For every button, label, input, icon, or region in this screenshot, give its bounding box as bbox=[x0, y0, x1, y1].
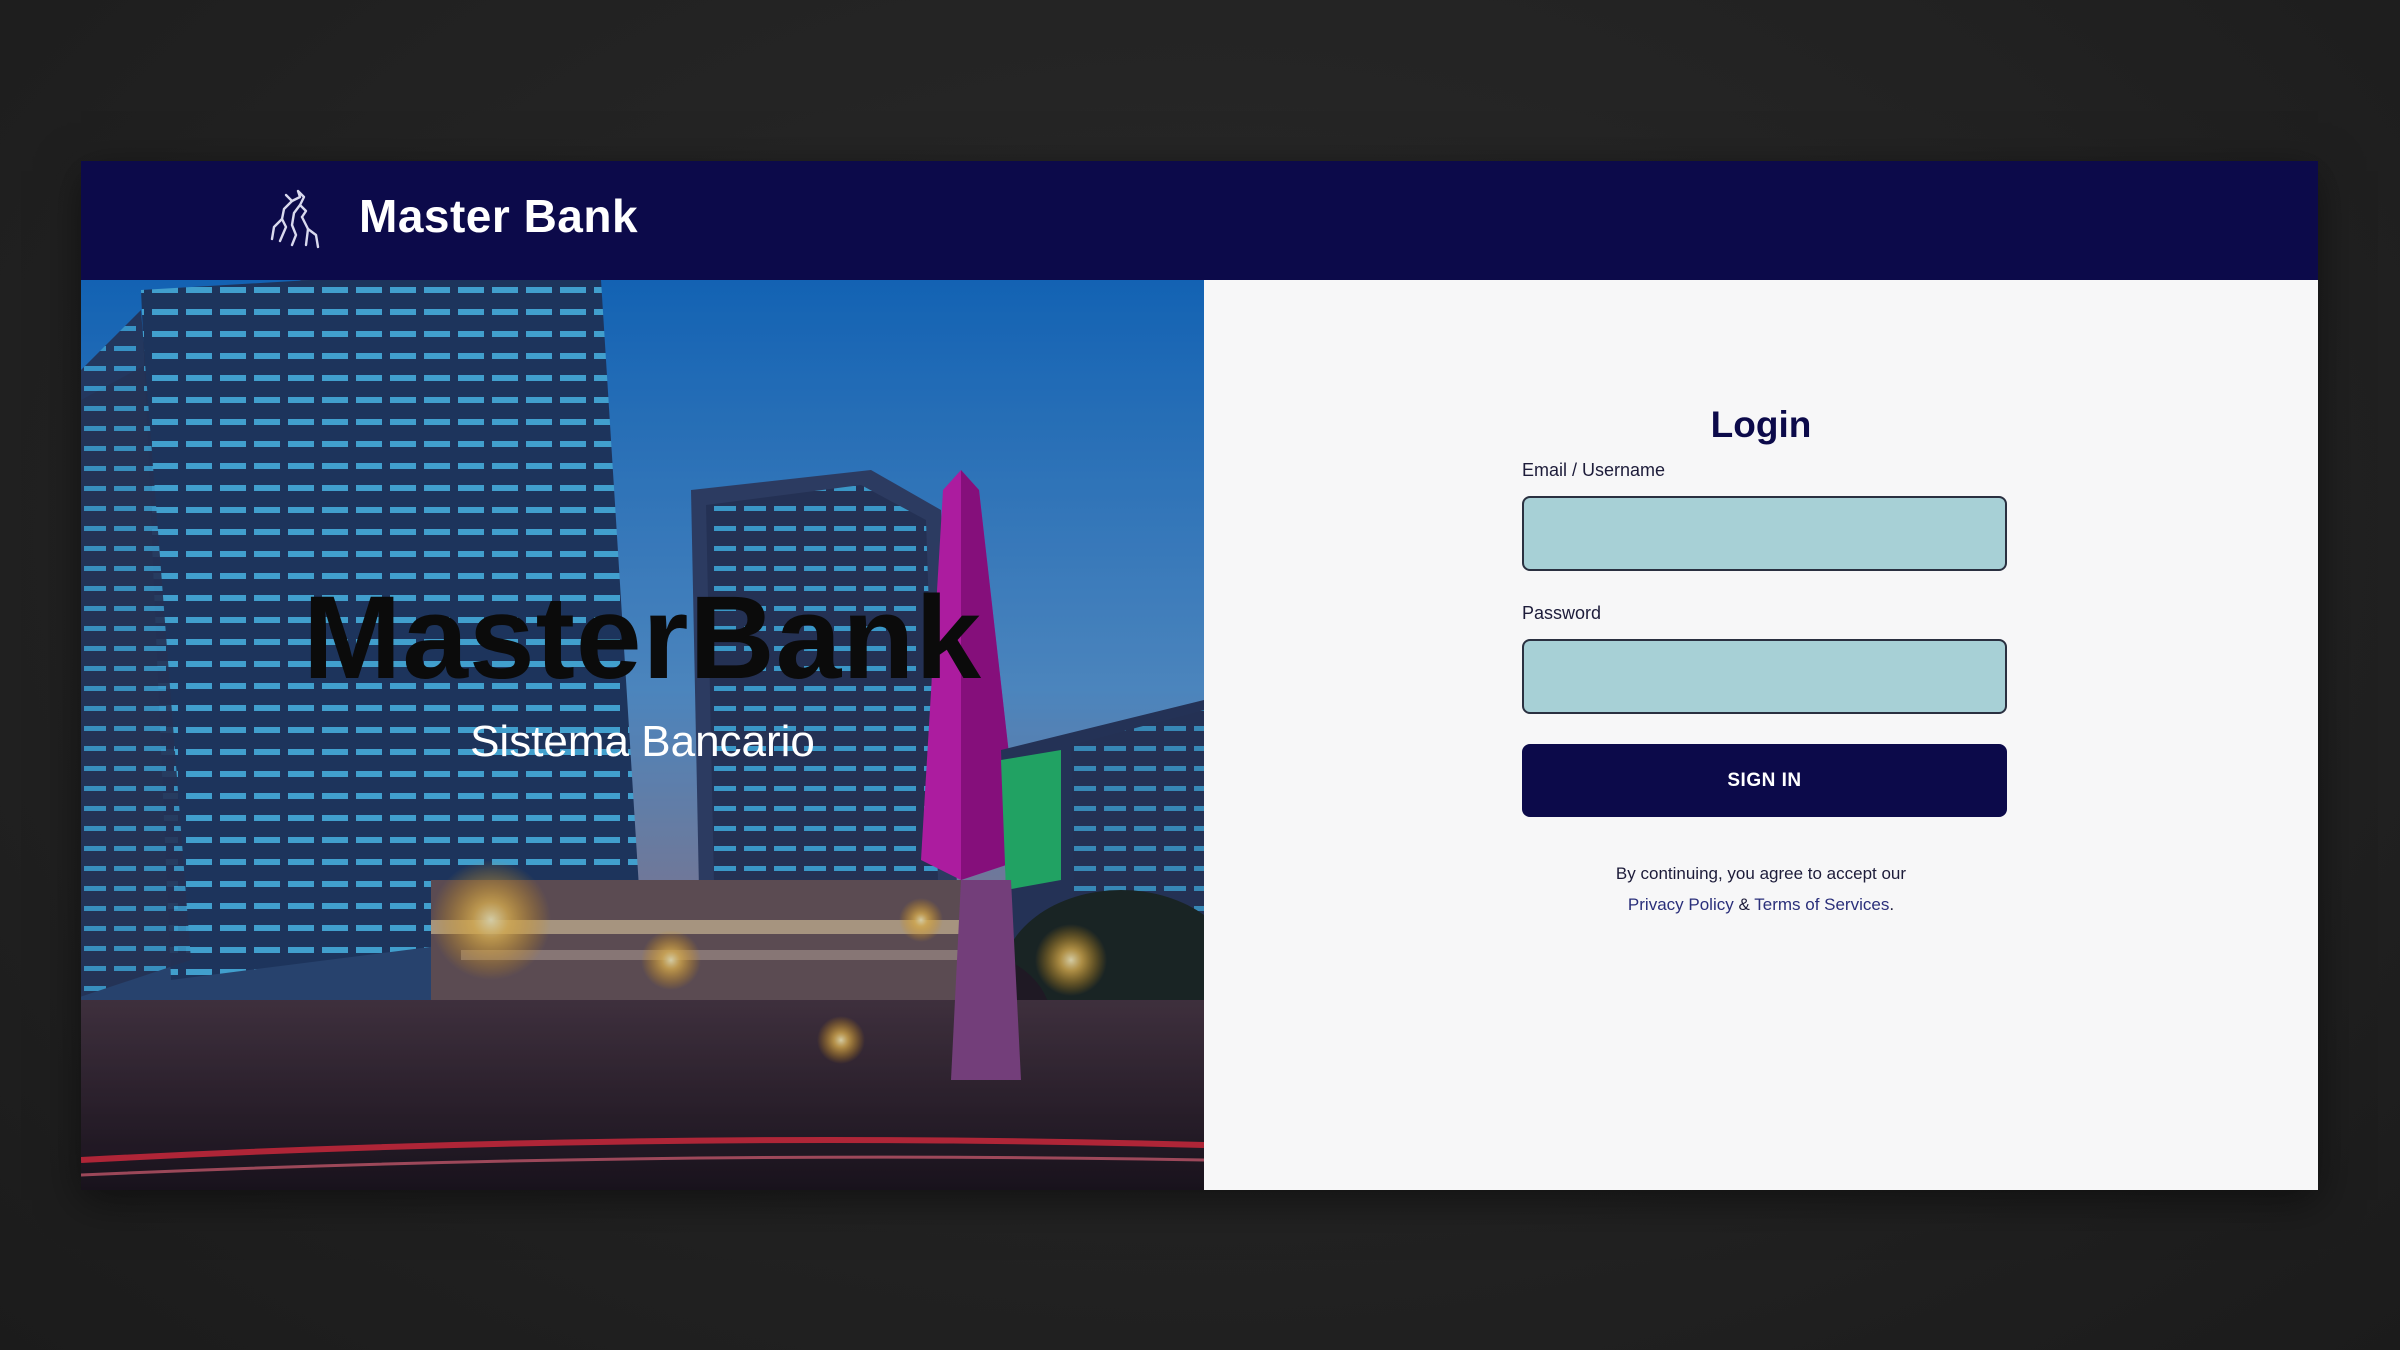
password-field[interactable] bbox=[1522, 639, 2007, 714]
password-label: Password bbox=[1522, 603, 1602, 623]
legal-links: Privacy Policy & Terms of Services. bbox=[1204, 889, 2318, 920]
hero-subtitle: Sistema Bancario bbox=[470, 717, 815, 766]
legal-text: By continuing, you agree to accept our bbox=[1615, 864, 1907, 883]
email-label: Email / Username bbox=[1522, 460, 1666, 480]
email-field[interactable] bbox=[1522, 496, 2007, 571]
hero-banner: MasterBank Sistema Bancario bbox=[81, 280, 1204, 1190]
brand-name: Master Bank bbox=[359, 190, 639, 242]
top-navbar: Master Bank bbox=[81, 161, 2318, 280]
legal-amp: & bbox=[1738, 895, 1750, 914]
legal-notice: By continuing, you agree to accept our P… bbox=[1204, 858, 2318, 920]
login-panel: Login Email / Username Password SIGN IN … bbox=[1204, 280, 2318, 1190]
privacy-policy-link[interactable]: Privacy Policy bbox=[1628, 895, 1734, 914]
terms-link[interactable]: Terms of Services bbox=[1754, 895, 1889, 914]
sign-in-button[interactable]: SIGN IN bbox=[1522, 744, 2007, 817]
hero-title: MasterBank bbox=[303, 572, 982, 704]
login-title: Login bbox=[1710, 404, 1812, 445]
app-window: Master Bank MasterBank Sistema Bancario … bbox=[81, 161, 2318, 1190]
legal-period: . bbox=[1889, 895, 1895, 914]
bull-logo-icon bbox=[270, 189, 320, 249]
